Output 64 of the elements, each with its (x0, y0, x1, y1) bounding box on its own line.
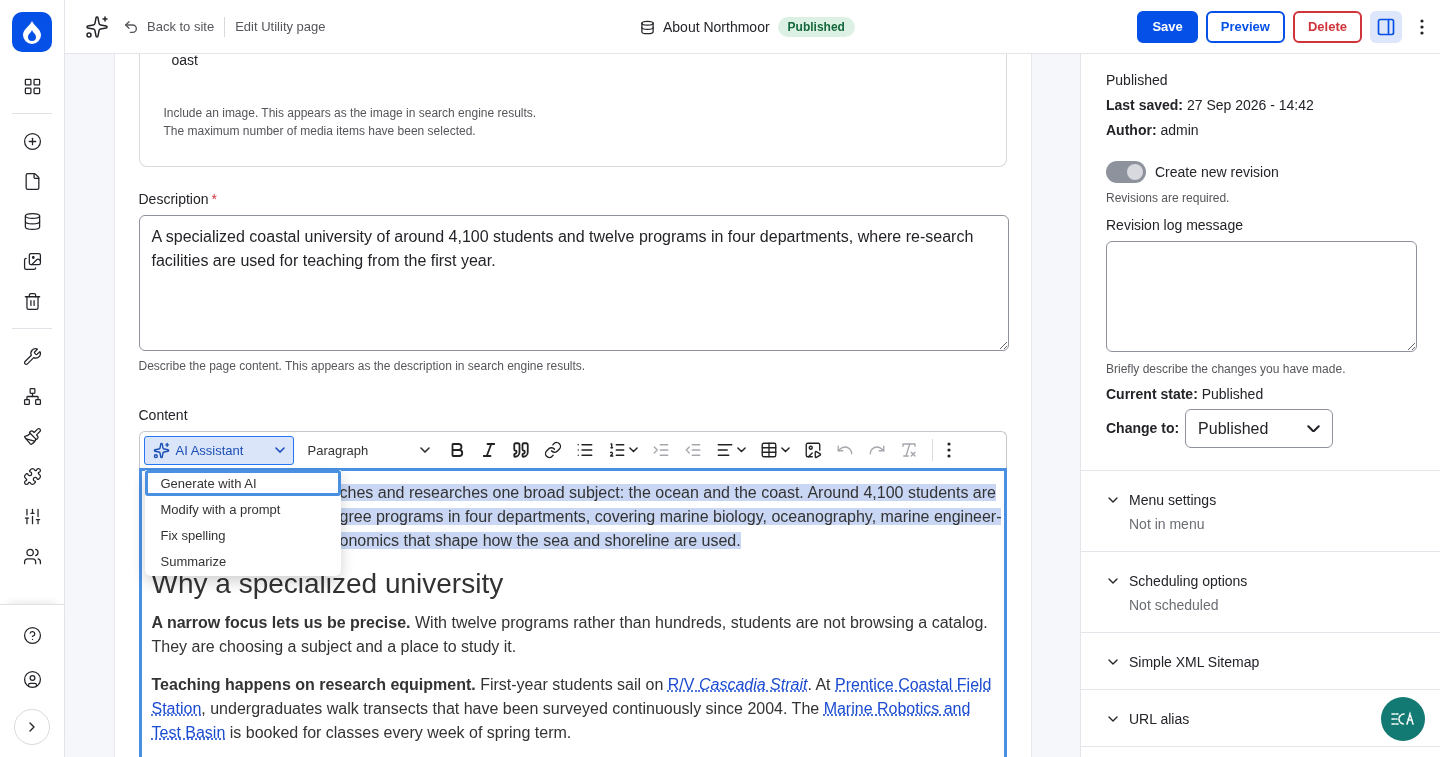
menu-item[interactable]: Generate with AI (144, 470, 341, 496)
caret-icon (736, 447, 746, 453)
menu-item[interactable]: Modify with a prompt (144, 496, 341, 522)
link[interactable]: R/V Cascadia Strait (667, 676, 808, 693)
sparkles-icon[interactable] (85, 14, 109, 39)
link[interactable]: Prentice Coastal Field (835, 676, 992, 693)
assistant-button[interactable] (1381, 697, 1425, 741)
back-arrow-icon (123, 18, 139, 35)
status-text: Published (1106, 71, 1169, 90)
paragraph-format-dropdown[interactable]: Paragraph (295, 435, 436, 465)
section-toggle[interactable]: Simple XML Sitemap (1105, 654, 1260, 670)
switch-label: Create new revision (1155, 164, 1279, 180)
caret-icon (1307, 424, 1321, 433)
meta-text: Last saved: 27 Sep 2026 - 14:42 (1106, 96, 1315, 115)
field-label: Change to: (1106, 419, 1180, 438)
description-field[interactable]: A specialized coastal university of around 4,100 students and twelve programs in four departments, where re-search facilities are used for teaching from the first year. (138, 215, 1009, 351)
editor-area[interactable] (138, 468, 1007, 757)
more-button[interactable] (1420, 18, 1424, 35)
field-label: Content (138, 407, 188, 423)
media-name: oast (170, 54, 199, 66)
more-icon (1420, 18, 1424, 35)
caret-icon (419, 447, 430, 453)
menu-item[interactable]: Fix spelling (144, 522, 341, 548)
paragraph: A narrow focus lets us be precise. With twelve programs rather than hundreds, students are not browsing a catalog. They are choosing a subject and a place to study it. (151, 613, 989, 657)
section-toggle[interactable]: Menu settings (1105, 492, 1217, 508)
caret-icon (780, 447, 790, 453)
link[interactable]: Test Basin (151, 724, 226, 741)
revision-log-field[interactable] (1106, 241, 1417, 352)
database-icon (640, 19, 655, 35)
caret-icon (274, 447, 285, 453)
help-text: Revisions are required. (1106, 190, 1231, 207)
field-label: Revision log message (1106, 217, 1243, 233)
squiggle-icon (1390, 711, 1416, 727)
sidebar-toggle-button[interactable] (1370, 10, 1402, 43)
help-text: Include an image. This appears as the image in search engine results. The maximum number of media items have been selected. (163, 105, 538, 140)
back-link[interactable]: Back to site (123, 18, 215, 35)
section-toggle[interactable]: URL alias (1105, 711, 1190, 727)
field-label: Description (138, 191, 209, 207)
required-mark: * (211, 191, 217, 207)
current-state-text: Current state: Published (1106, 385, 1265, 404)
page-type-title: Edit Utility page (235, 19, 326, 34)
panel-icon (1376, 16, 1396, 37)
logo-icon[interactable] (12, 12, 52, 52)
section-summary: Not in menu (1129, 516, 1206, 532)
preview-button[interactable]: Preview (1205, 10, 1285, 43)
sparkles-icon (152, 441, 170, 459)
ai-assistant-button[interactable]: AI Assistant (143, 435, 294, 465)
more-icon (946, 442, 951, 458)
link[interactable]: Marine Robotics and (823, 700, 971, 717)
help-text: Describe the page content. This appears as the description in search engine results. (138, 358, 587, 375)
status-badge: Published (777, 17, 855, 37)
menu-item[interactable]: Summarize (144, 548, 341, 574)
delete-button[interactable]: Delete (1292, 10, 1362, 43)
meta-text: Author: admin (1106, 121, 1200, 140)
help-text: Briefly describe the changes you have made. (1106, 361, 1347, 378)
state-select[interactable]: Published (1185, 409, 1334, 448)
link[interactable]: Station (151, 700, 202, 717)
caret-icon (628, 447, 638, 453)
page-title: About Northmoor (663, 19, 770, 35)
section-toggle[interactable]: Scheduling options (1105, 573, 1248, 589)
paragraph: Teaching happens on research equipment. First-year students sail on R/V Cascadia Strait. At Prentice Coastal Field Station, undergraduates walk transects that have been surveyed continuously since 2004. The Marine Robotics and Test Basin is booked for classes every week of spring term. (151, 675, 993, 743)
back-link-text: Back to site (147, 19, 215, 34)
section-summary: Not scheduled (1129, 597, 1220, 613)
save-button[interactable]: Save (1137, 10, 1198, 43)
